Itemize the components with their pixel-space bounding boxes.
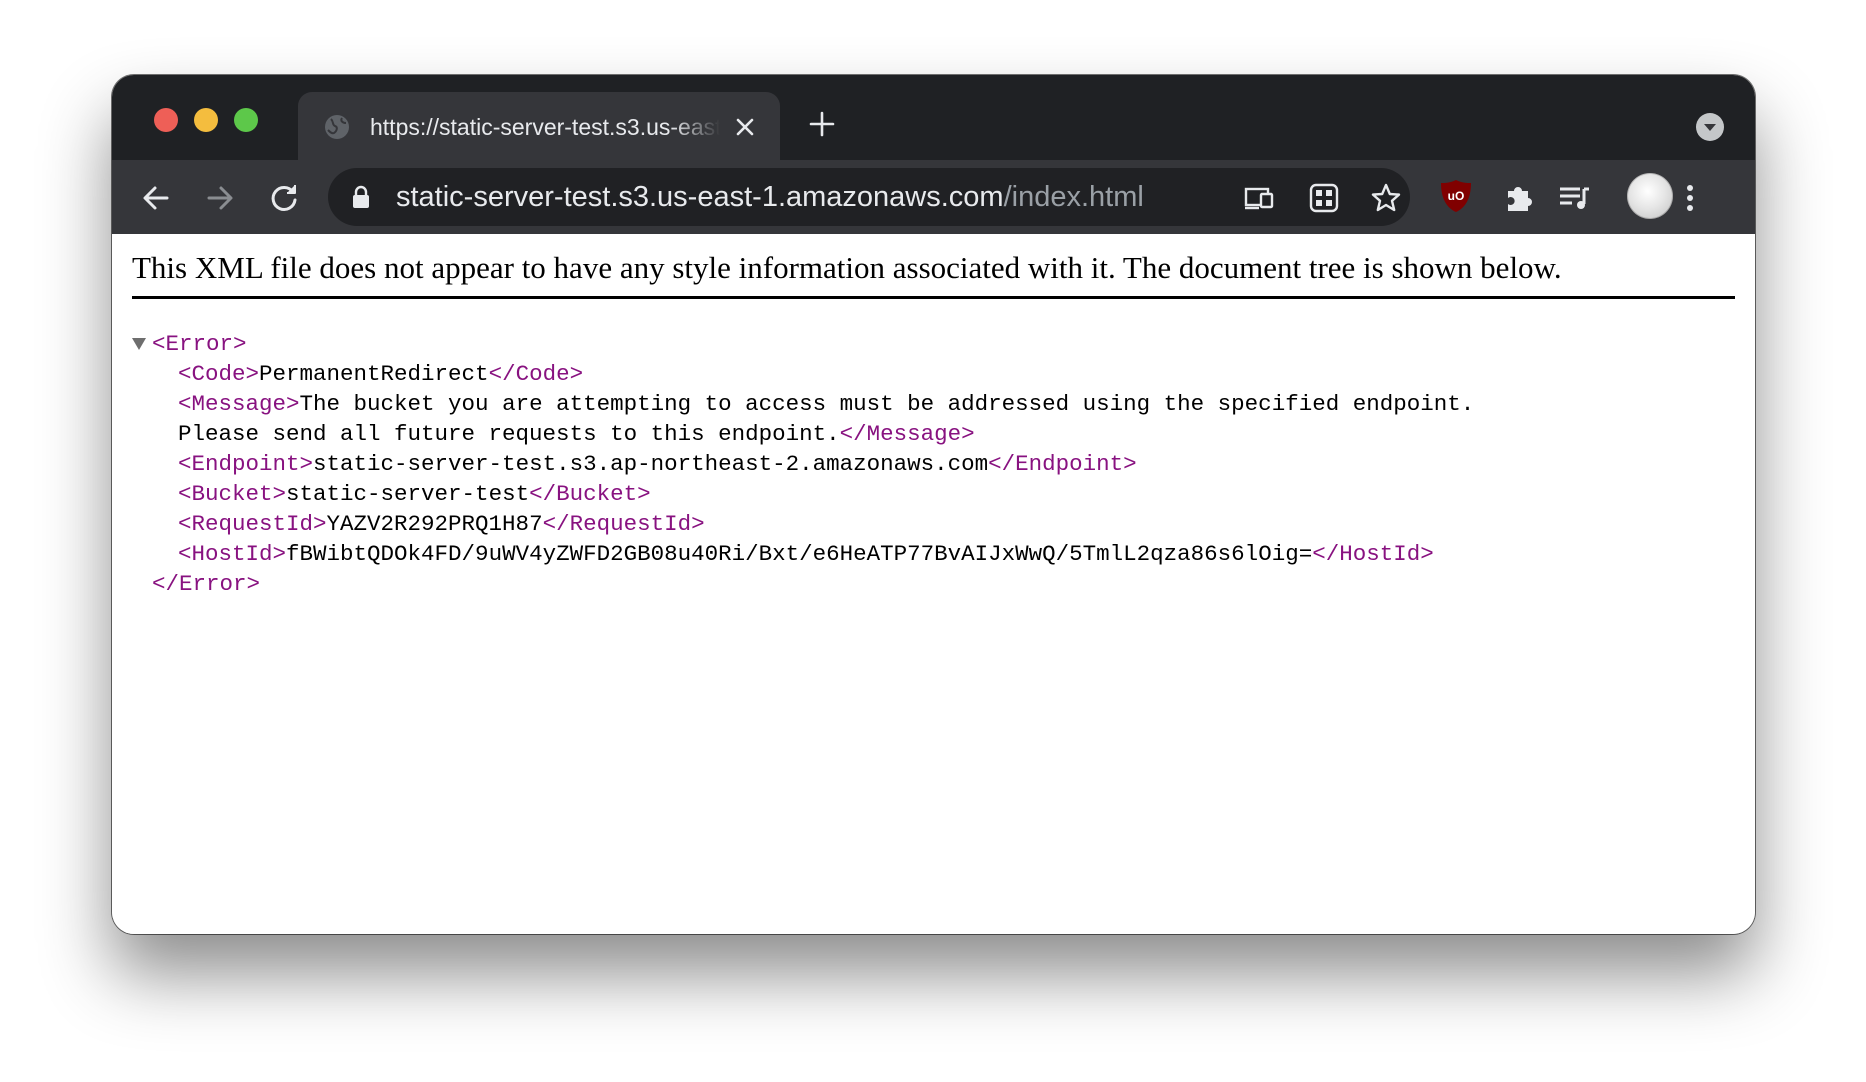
page-content: This XML file does not appear to have an… [112,234,1755,934]
tab-strip: https://static-server-test.s3.us-east-1.… [112,75,1755,160]
toolbar: static-server-test.s3.us-east-1.amazonaw… [112,160,1755,234]
plus-icon[interactable] [806,108,838,140]
xml-tag: <Code> [178,361,260,387]
xml-value: YAZV2R292PRQ1H87 [326,511,543,537]
xml-tag: <Bucket> [178,481,287,507]
xml-value: static-server-test [286,481,530,507]
xml-value: static-server-test.s3.ap-northeast-2.ama… [313,451,989,477]
maximize-window-button[interactable] [234,108,258,132]
xml-tag: <HostId> [178,541,287,567]
xml-endpoint-line: <Endpoint>static-server-test.s3.ap-north… [132,449,1474,479]
close-window-button[interactable] [154,108,178,132]
lock-icon[interactable] [350,185,372,209]
xml-root-open-line: <Error> [132,329,1474,359]
tab-search-button[interactable] [1696,113,1724,141]
star-icon[interactable] [1370,182,1402,214]
arrow-right-icon[interactable] [202,180,238,216]
arrow-left-icon[interactable] [138,180,174,216]
xml-tag: <RequestId> [178,511,327,537]
xml-tag: <Error> [152,331,247,357]
xml-tag: </Bucket> [529,481,651,507]
xml-bucket-line: <Bucket>static-server-test</Bucket> [132,479,1474,509]
svg-text:uO: uO [1448,189,1465,203]
xml-value: PermanentRedirect [259,361,489,387]
minimize-window-button[interactable] [194,108,218,132]
qr-code-icon[interactable] [1308,182,1340,214]
xml-tag: <Message> [178,391,300,417]
url-text[interactable]: static-server-test.s3.us-east-1.amazonaw… [396,180,1144,214]
xml-tag: </Endpoint> [988,451,1137,477]
avatar[interactable] [1627,173,1673,219]
reload-icon[interactable] [266,180,302,216]
address-bar[interactable]: static-server-test.s3.us-east-1.amazonaw… [328,168,1410,226]
xml-hostid-line: <HostId>fBWibtQDOk4FD/9uWV4yZWFD2GB08u40… [132,539,1474,569]
xml-value: Please send all future requests to this … [178,421,840,447]
xml-tag: </HostId> [1312,541,1434,567]
chevron-down-icon [1704,124,1716,131]
xml-tree: <Error> <Code>PermanentRedirect</Code> <… [132,329,1474,599]
globe-icon [325,115,349,139]
xml-code-line: <Code>PermanentRedirect</Code> [132,359,1474,389]
url-host: static-server-test.s3.us-east-1.amazonaw… [396,181,1004,213]
close-icon[interactable] [730,112,760,142]
media-queue-icon[interactable] [1556,180,1592,216]
ublock-origin-icon[interactable]: uO [1437,177,1475,215]
xml-requestid-line: <RequestId>YAZV2R292PRQ1H87</RequestId> [132,509,1474,539]
xml-root-close-line: </Error> [132,569,1474,599]
tab-active[interactable]: https://static-server-test.s3.us-east-1.… [298,92,780,160]
tab-title: https://static-server-test.s3.us-east-1.… [370,114,720,140]
xml-tag: <Endpoint> [178,451,314,477]
xml-value: fBWibtQDOk4FD/9uWV4yZWFD2GB08u40Ri/Bxt/e… [286,541,1313,567]
xml-tag: </Error> [152,571,261,597]
url-path: /index.html [1003,181,1144,213]
cast-devices-icon[interactable] [1243,182,1275,214]
collapse-toggle-icon[interactable] [132,338,146,350]
xml-tag: </Code> [488,361,584,387]
xml-message-line-continued: Please send all future requests to this … [132,419,1474,449]
xml-value: The bucket you are attempting to access … [299,391,1475,417]
puzzle-icon[interactable] [1502,180,1538,216]
xml-tag: </RequestId> [542,511,705,537]
kebab-menu-icon[interactable] [1672,180,1708,216]
xml-style-notice: This XML file does not appear to have an… [132,250,1735,299]
browser-window: https://static-server-test.s3.us-east-1.… [112,75,1755,934]
xml-tag: </Message> [839,421,975,447]
xml-message-line: <Message>The bucket you are attempting t… [132,389,1474,419]
